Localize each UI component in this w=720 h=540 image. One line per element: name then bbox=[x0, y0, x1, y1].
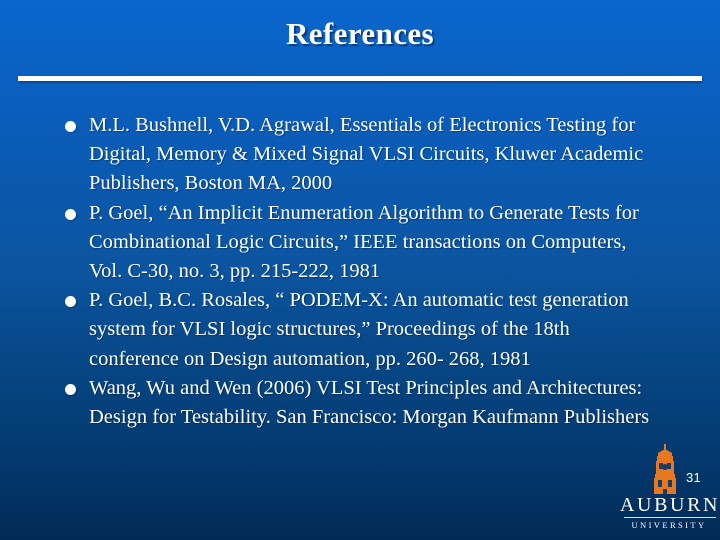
slide-canvas: References M.L. Bushnell, V.D. Agrawal, … bbox=[0, 0, 720, 540]
reference-text: M.L. Bushnell, V.D. Agrawal, Essentials … bbox=[89, 114, 644, 195]
filled-circle-bullet-icon bbox=[65, 208, 76, 220]
logo-wordmark: AUBURN bbox=[620, 494, 720, 516]
filled-circle-bullet-icon bbox=[65, 383, 76, 395]
list-item: Wang, Wu and Wen (2006) VLSI Test Princi… bbox=[60, 374, 652, 432]
page-title: References bbox=[285, 16, 434, 51]
page-number: 31 bbox=[686, 470, 702, 485]
filled-circle-bullet-icon bbox=[65, 121, 76, 132]
logo-subwordmark: UNIVERSITY bbox=[631, 520, 707, 530]
filled-circle-bullet-icon bbox=[65, 296, 76, 308]
auburn-university-logo: 31 AUBURN UNIVERSITY bbox=[618, 444, 720, 540]
reference-text: P. Goel, B.C. Rosales, “ PODEM-X: An aut… bbox=[89, 289, 629, 370]
list-item: P. Goel, B.C. Rosales, “ PODEM-X: An aut… bbox=[60, 286, 652, 374]
reference-text: Wang, Wu and Wen (2006) VLSI Test Princi… bbox=[89, 376, 650, 429]
list-item: M.L. Bushnell, V.D. Agrawal, Essentials … bbox=[60, 111, 652, 199]
auburn-tower-icon bbox=[654, 444, 676, 494]
title-divider-rule bbox=[18, 76, 702, 81]
slide-title-area: References bbox=[0, 16, 720, 51]
list-item: P. Goel, “An Implicit Enumeration Algori… bbox=[60, 199, 652, 287]
reference-list: M.L. Bushnell, V.D. Agrawal, Essentials … bbox=[60, 111, 652, 432]
logo-divider-rule bbox=[624, 517, 716, 518]
reference-text: P. Goel, “An Implicit Enumeration Algori… bbox=[89, 201, 639, 283]
